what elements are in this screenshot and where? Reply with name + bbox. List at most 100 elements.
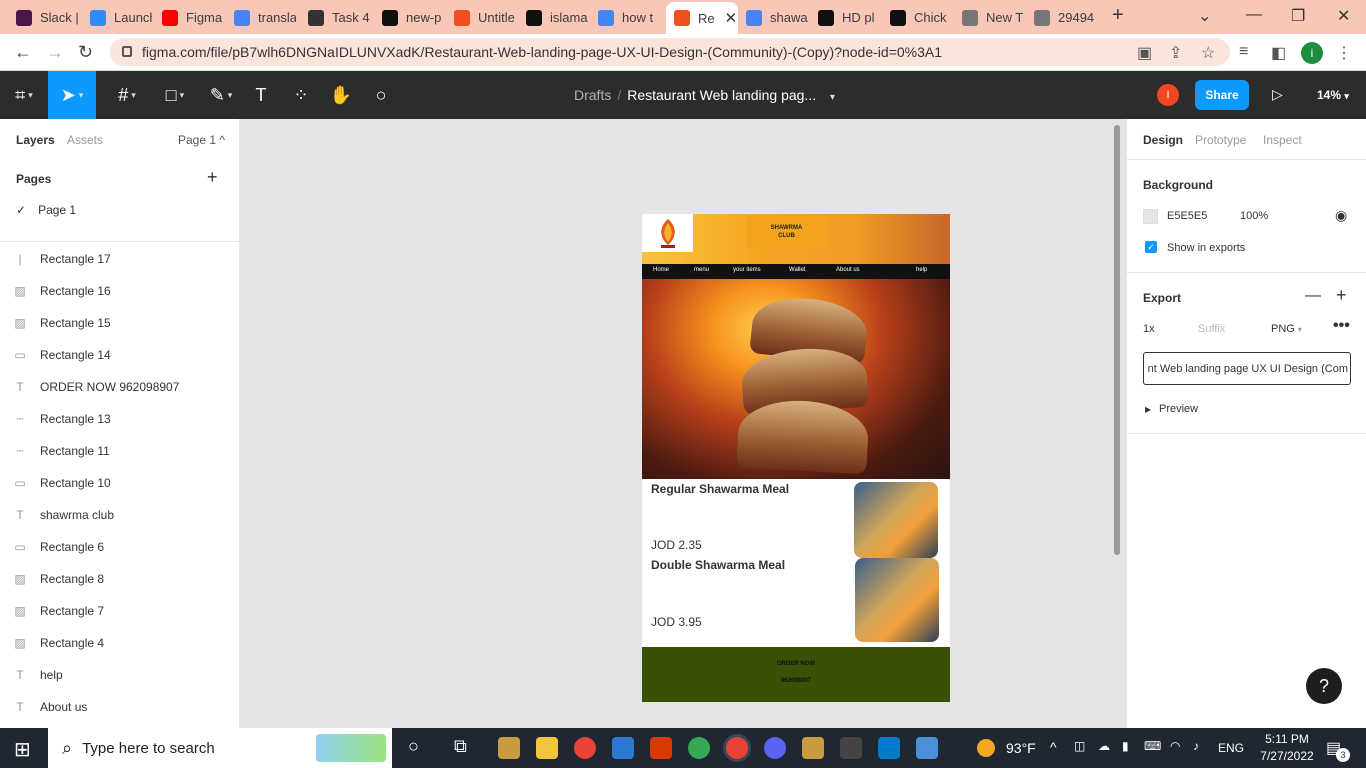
ime-icon[interactable]: ⌨ <box>1144 739 1161 753</box>
office-icon[interactable] <box>650 737 672 759</box>
close-window-icon[interactable]: ✕ <box>1337 6 1350 26</box>
show-in-exports-checkbox[interactable]: ✓ <box>1145 241 1157 253</box>
wifi-icon[interactable]: ◠ <box>1170 739 1180 753</box>
tab-prototype[interactable]: Prototype <box>1195 133 1246 147</box>
tab-inspect[interactable]: Inspect <box>1263 133 1302 147</box>
tab-layers[interactable]: Layers <box>16 133 55 147</box>
format-select[interactable]: PNG ▾ <box>1271 323 1302 335</box>
clock-date[interactable]: 7/27/2022 <box>1253 749 1321 763</box>
bg-hex-value[interactable]: E5E5E5 <box>1167 210 1207 222</box>
browser-tab[interactable]: Launch <box>82 4 152 31</box>
back-icon[interactable]: ← <box>14 42 32 63</box>
layer-item[interactable]: | Rectangle 17 <box>0 243 239 275</box>
shape-tool-icon[interactable]: □ ▾ <box>152 71 198 119</box>
chrome-profile-icon[interactable] <box>688 737 710 759</box>
browser-menu-icon[interactable]: ⋮ <box>1336 43 1352 63</box>
layer-item[interactable]: ▨ Rectangle 7 <box>0 595 239 627</box>
taskbar-search[interactable]: ⌕ Type here to search <box>48 728 392 768</box>
file-title[interactable]: Restaurant Web landing pag... <box>627 87 816 103</box>
remove-export-icon[interactable]: — <box>1305 287 1321 305</box>
move-tool-icon[interactable]: ➤ ▾ <box>48 71 96 119</box>
caret-right-icon[interactable]: ▶ <box>1145 405 1151 414</box>
url-field[interactable]: figma.com/file/pB7wlh6DNGNaIDLUNVXadK/Re… <box>110 38 1230 66</box>
layer-item[interactable]: ▭ Rectangle 14 <box>0 339 239 371</box>
new-tab-button[interactable]: + <box>1112 4 1124 27</box>
weather-temp[interactable]: 93°F <box>1006 740 1036 756</box>
share-button[interactable]: Share <box>1195 80 1249 110</box>
chrome-icon[interactable] <box>574 737 596 759</box>
browser-tab[interactable]: HD pl <box>810 4 880 31</box>
bookmark-star-icon[interactable]: ☆ <box>1201 43 1215 63</box>
mic-icon[interactable]: ▮ <box>1122 739 1129 753</box>
volume-icon[interactable]: ♪ <box>1193 739 1199 753</box>
browser-tab[interactable]: islama <box>518 4 588 31</box>
canvas-scrollbar[interactable] <box>1114 125 1120 555</box>
page-dropdown[interactable]: Page 1 ^ <box>178 133 225 147</box>
nav-link[interactable]: Home <box>653 267 669 273</box>
tray-expand-icon[interactable]: ^ <box>1050 739 1057 755</box>
zoom-level[interactable]: 14% ▾ <box>1317 88 1349 102</box>
install-app-icon[interactable]: ▣ <box>1137 43 1152 63</box>
page-item-page-1[interactable]: ✓ Page 1 <box>16 203 76 217</box>
photos-icon[interactable] <box>916 737 938 759</box>
browser-tab[interactable]: Task 4 <box>300 4 370 31</box>
nav-link[interactable]: menu <box>694 267 709 273</box>
media-queue-icon[interactable]: ≡ <box>1239 43 1248 61</box>
forward-icon[interactable]: → <box>46 42 64 63</box>
browser-tab[interactable]: new-p <box>374 4 444 31</box>
layer-item[interactable]: ▨ Rectangle 16 <box>0 275 239 307</box>
browser-tab[interactable]: shawa <box>738 4 808 31</box>
order-banner[interactable]: ORDER NOW 962098907 <box>642 647 950 702</box>
side-panel-icon[interactable]: ◧ <box>1271 43 1286 63</box>
clock-time[interactable]: 5:11 PM <box>1257 732 1317 746</box>
league-client-icon[interactable] <box>802 737 824 759</box>
league-icon[interactable] <box>498 737 520 759</box>
browser-tab[interactable]: 29494 <box>1026 4 1096 31</box>
hand-tool-icon[interactable]: ✋ <box>326 71 356 119</box>
meet-icon[interactable]: ◫ <box>1074 739 1085 753</box>
bg-opacity-value[interactable]: 100% <box>1240 210 1268 222</box>
tab-search-icon[interactable]: ⌄ <box>1198 6 1211 26</box>
browser-tab[interactable]: how t <box>590 4 660 31</box>
weather-sun-icon[interactable] <box>977 739 995 757</box>
browser-tab[interactable]: Chick <box>882 4 952 31</box>
export-scale[interactable]: 1x <box>1143 323 1155 335</box>
terminal-icon[interactable] <box>840 737 862 759</box>
eye-icon[interactable]: ◉ <box>1335 207 1347 224</box>
layer-item[interactable]: Tshawrma club <box>0 499 239 531</box>
nav-link[interactable]: Wallet <box>789 267 805 273</box>
chrome-active-icon[interactable] <box>726 737 748 759</box>
text-tool-icon[interactable]: T <box>246 71 276 119</box>
tab-design[interactable]: Design <box>1143 133 1183 147</box>
add-export-icon[interactable]: + <box>1336 285 1347 306</box>
color-swatch[interactable] <box>1143 209 1158 224</box>
profile-avatar[interactable]: i <box>1301 42 1323 64</box>
more-options-icon[interactable]: ••• <box>1333 317 1350 335</box>
design-frame[interactable]: SHAWRMA CLUB Home menu your items Wallet Abou… <box>642 214 950 702</box>
frame-tool-icon[interactable]: # ▾ <box>104 71 150 119</box>
vscode-icon[interactable] <box>878 737 900 759</box>
layer-item[interactable]: ▨ Rectangle 4 <box>0 627 239 659</box>
layer-item[interactable]: ▨ Rectangle 15 <box>0 307 239 339</box>
add-page-icon[interactable]: + <box>207 167 218 188</box>
language-indicator[interactable]: ENG <box>1218 741 1244 755</box>
suffix-input[interactable]: Suffix <box>1198 323 1225 335</box>
cortana-icon[interactable]: ○ <box>408 736 419 757</box>
breadcrumb-drafts[interactable]: Drafts <box>574 87 611 103</box>
browser-tab[interactable]: transla <box>226 4 296 31</box>
layer-item[interactable]: T ORDER NOW 962098907 <box>0 371 239 403</box>
layer-item[interactable]: ┄ Rectangle 13 <box>0 403 239 435</box>
file-explorer-icon[interactable] <box>536 737 558 759</box>
pen-tool-icon[interactable]: ✎ ▾ <box>198 71 244 119</box>
layer-item[interactable]: ▭ Rectangle 6 <box>0 531 239 563</box>
preview-toggle[interactable]: Preview <box>1159 403 1198 415</box>
present-play-icon[interactable]: ▷ <box>1272 86 1283 103</box>
minimize-icon[interactable]: — <box>1246 6 1262 24</box>
help-button[interactable]: ? <box>1306 668 1342 704</box>
comment-tool-icon[interactable]: ○ <box>366 71 396 119</box>
layer-item[interactable]: Thelp <box>0 659 239 691</box>
layer-item[interactable]: ▭ Rectangle 10 <box>0 467 239 499</box>
main-menu-figma-icon[interactable]: ⌗ ▾ <box>4 71 44 119</box>
resources-icon[interactable]: ⁘ <box>286 71 316 119</box>
browser-tab[interactable]: Figma <box>154 4 224 31</box>
